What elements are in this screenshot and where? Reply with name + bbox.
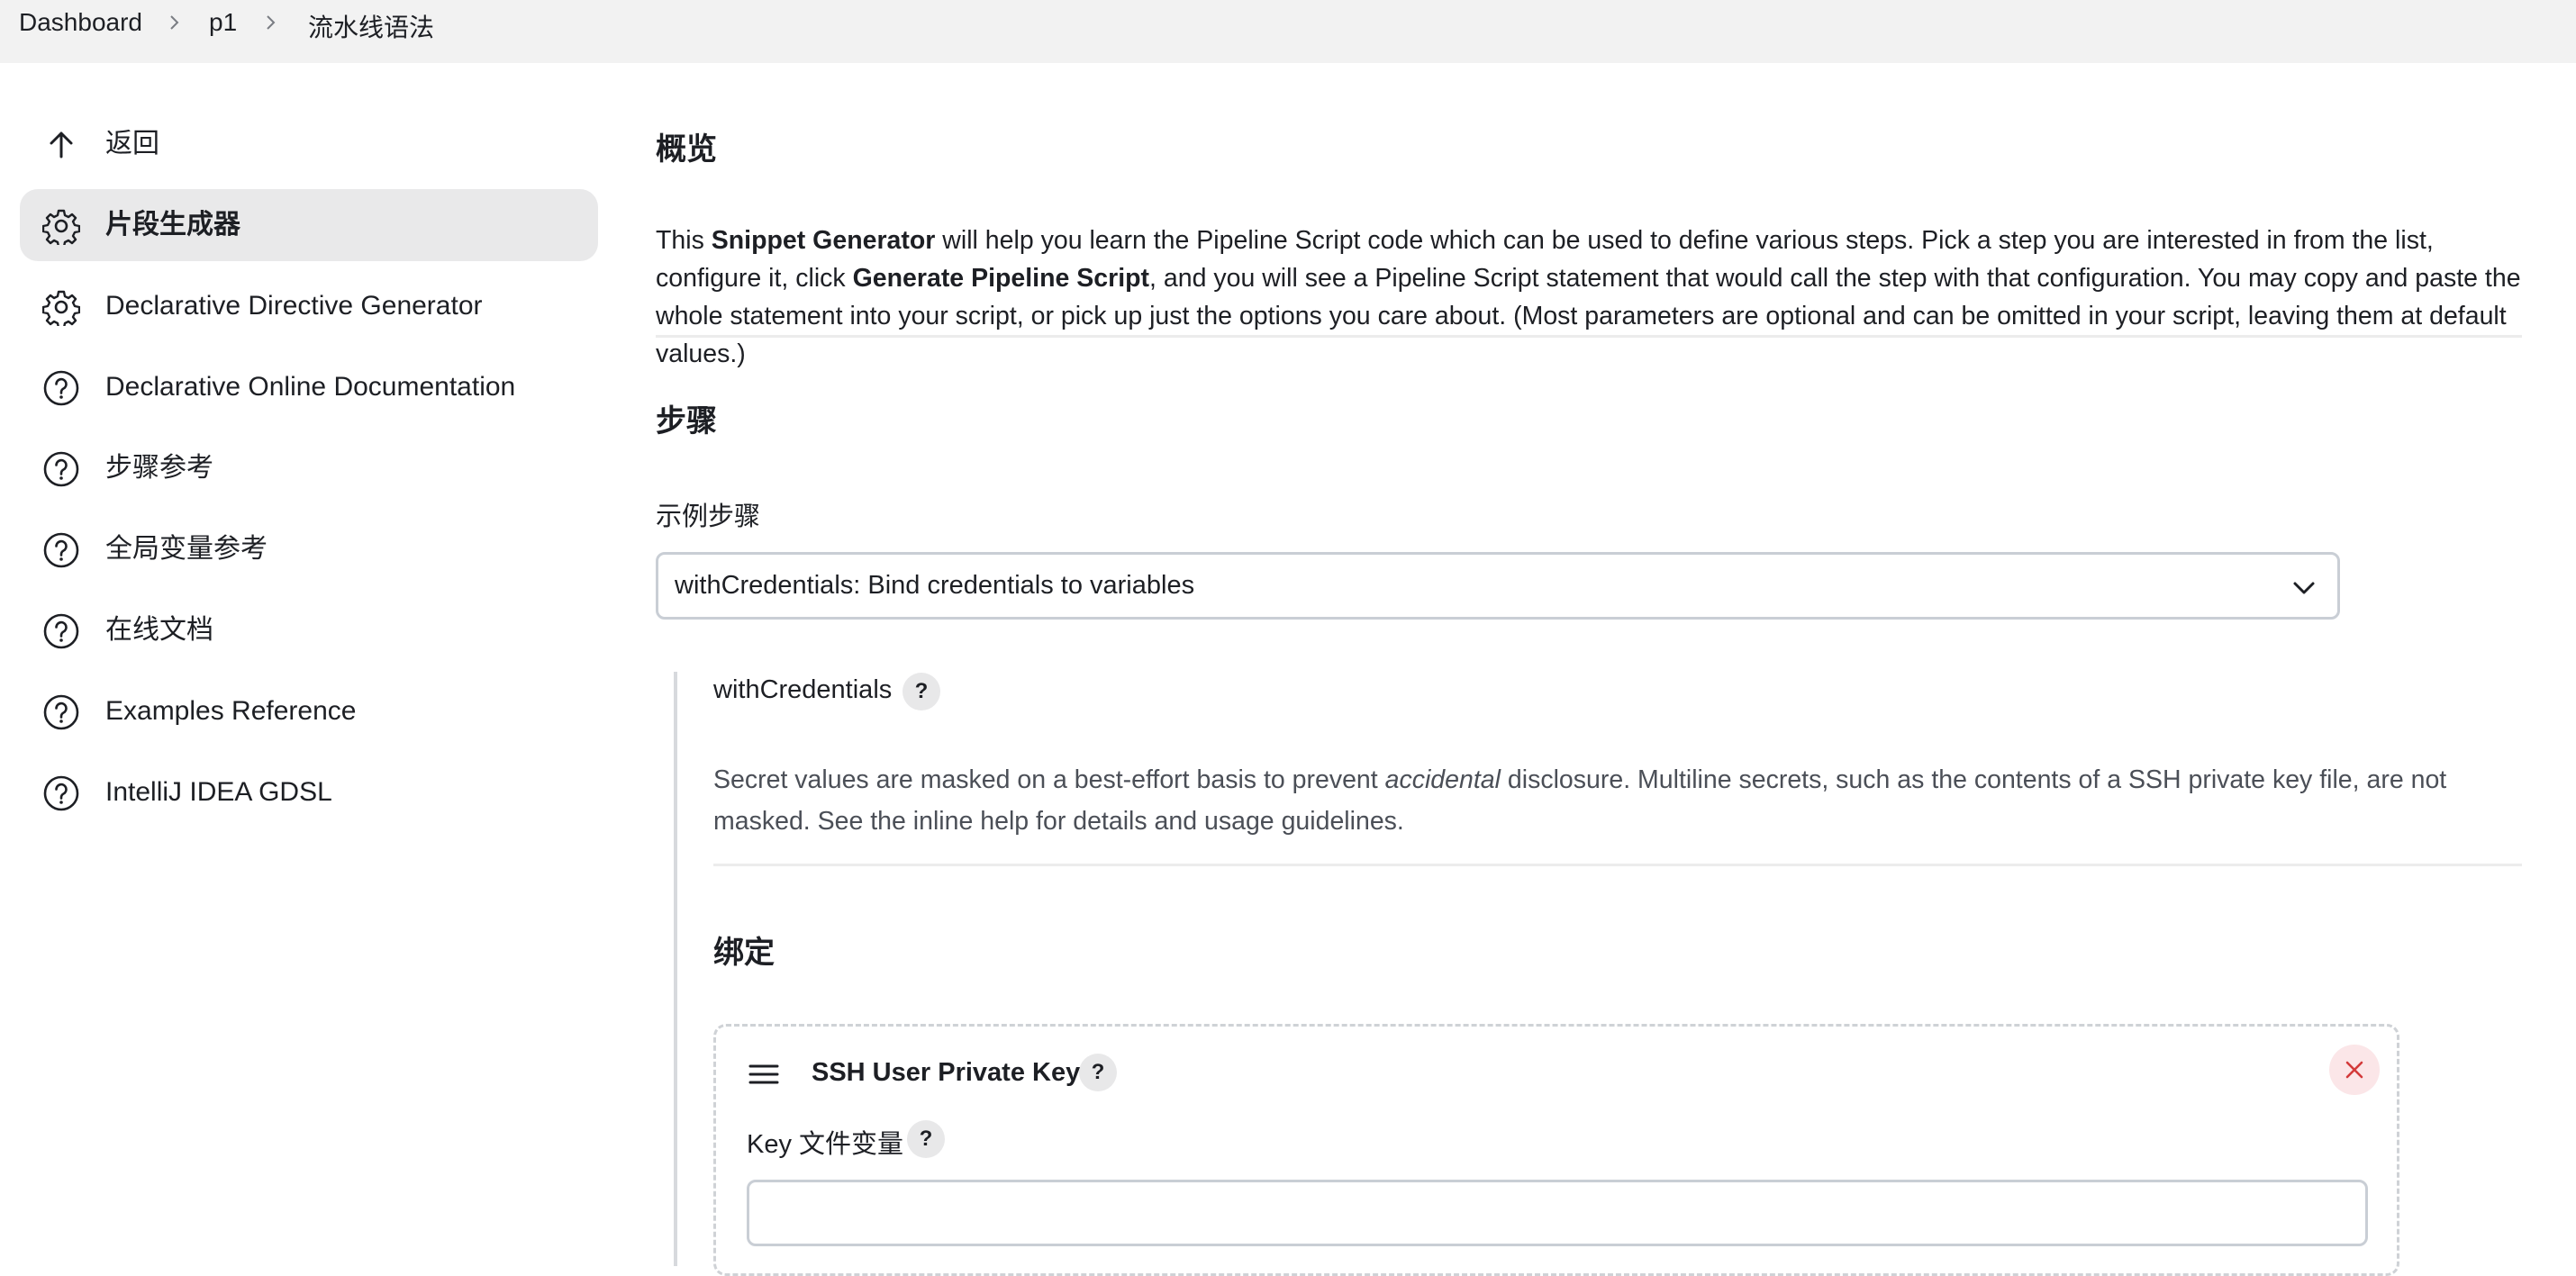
step-config-border <box>674 672 677 1266</box>
arrow-up-icon <box>42 126 80 164</box>
binding-card-title: SSH User Private Key <box>812 1058 1081 1087</box>
sidebar-item-label: IntelliJ IDEA GDSL <box>105 777 332 807</box>
sidebar-item-declarative-online-documentation[interactable]: Declarative Online Documentation <box>20 351 598 423</box>
breadcrumb-pipeline-syntax[interactable]: 流水线语法 <box>308 8 434 44</box>
breadcrumb-chevron-icon <box>262 11 280 32</box>
breadcrumb-dashboard[interactable]: Dashboard <box>19 8 142 37</box>
generate-script-emphasis: Generate Pipeline Script <box>852 264 1150 293</box>
help-icon[interactable]: ? <box>907 1120 945 1158</box>
sidebar-item-label: 全局变量参考 <box>105 534 268 564</box>
help-circle-icon <box>42 531 80 569</box>
drag-handle-icon[interactable] <box>748 1063 779 1086</box>
sidebar-item-intellij-gdsl[interactable]: IntelliJ IDEA GDSL <box>20 756 598 828</box>
help-circle-icon <box>42 369 80 407</box>
step-name: withCredentials <box>713 675 893 704</box>
secret-description: Secret values are masked on a best-effor… <box>713 765 2447 836</box>
sidebar-item-label: 片段生成器 <box>105 210 240 240</box>
key-file-variable-input[interactable] <box>747 1180 2368 1246</box>
divider <box>656 335 2522 338</box>
divider <box>713 864 2522 866</box>
overview-description: This Snippet Generator will help you lea… <box>656 226 2521 368</box>
help-circle-icon <box>42 774 80 812</box>
sidebar-item-label: 步骤参考 <box>105 453 213 483</box>
sidebar-item-global-variables[interactable]: 全局变量参考 <box>20 513 598 585</box>
bindings-heading: 绑定 <box>713 936 775 970</box>
remove-binding-button[interactable] <box>2329 1045 2380 1095</box>
overview-heading: 概览 <box>656 132 717 167</box>
snippet-generator-emphasis: Snippet Generator <box>711 226 936 255</box>
help-circle-icon <box>42 450 80 488</box>
chevron-down-icon <box>2290 575 2317 602</box>
sample-step-label: 示例步骤 <box>656 502 761 531</box>
sidebar-item-snippet-generator[interactable]: 片段生成器 <box>20 189 598 261</box>
sidebar-item-label: 返回 <box>105 129 159 158</box>
sidebar-item-label: Declarative Directive Generator <box>105 291 483 321</box>
sidebar-item-label: Declarative Online Documentation <box>105 372 516 402</box>
breadcrumb-bar: Dashboard p1 流水线语法 <box>0 0 2576 63</box>
sidebar-item-step-reference[interactable]: 步骤参考 <box>20 432 598 504</box>
gear-icon <box>41 207 81 249</box>
key-file-variable-label: Key 文件变量 <box>747 1130 904 1159</box>
sample-step-selected-value: withCredentials: Bind credentials to var… <box>675 571 1195 600</box>
binding-card-ssh-key: SSH User Private Key ? Key 文件变量 ? <box>713 1024 2399 1276</box>
sidebar-item-examples-reference[interactable]: Examples Reference <box>20 675 598 747</box>
help-circle-icon <box>42 612 80 650</box>
help-circle-icon <box>42 693 80 731</box>
sidebar-item-label: 在线文档 <box>105 615 213 645</box>
steps-heading: 步骤 <box>656 404 717 439</box>
help-icon[interactable]: ? <box>1079 1054 1117 1091</box>
sidebar-item-online-docs[interactable]: 在线文档 <box>20 594 598 666</box>
breadcrumb-chevron-icon <box>166 11 184 32</box>
help-icon[interactable]: ? <box>903 673 940 710</box>
close-icon <box>2345 1061 2363 1079</box>
sidebar-item-declarative-directive-generator[interactable]: Declarative Directive Generator <box>20 270 598 342</box>
gear-icon <box>41 288 81 330</box>
sidebar-item-label: Examples Reference <box>105 696 357 726</box>
sidebar-item-back[interactable]: 返回 <box>20 108 598 180</box>
sample-step-select[interactable]: withCredentials: Bind credentials to var… <box>656 552 2340 620</box>
breadcrumb-p1[interactable]: p1 <box>209 8 237 37</box>
